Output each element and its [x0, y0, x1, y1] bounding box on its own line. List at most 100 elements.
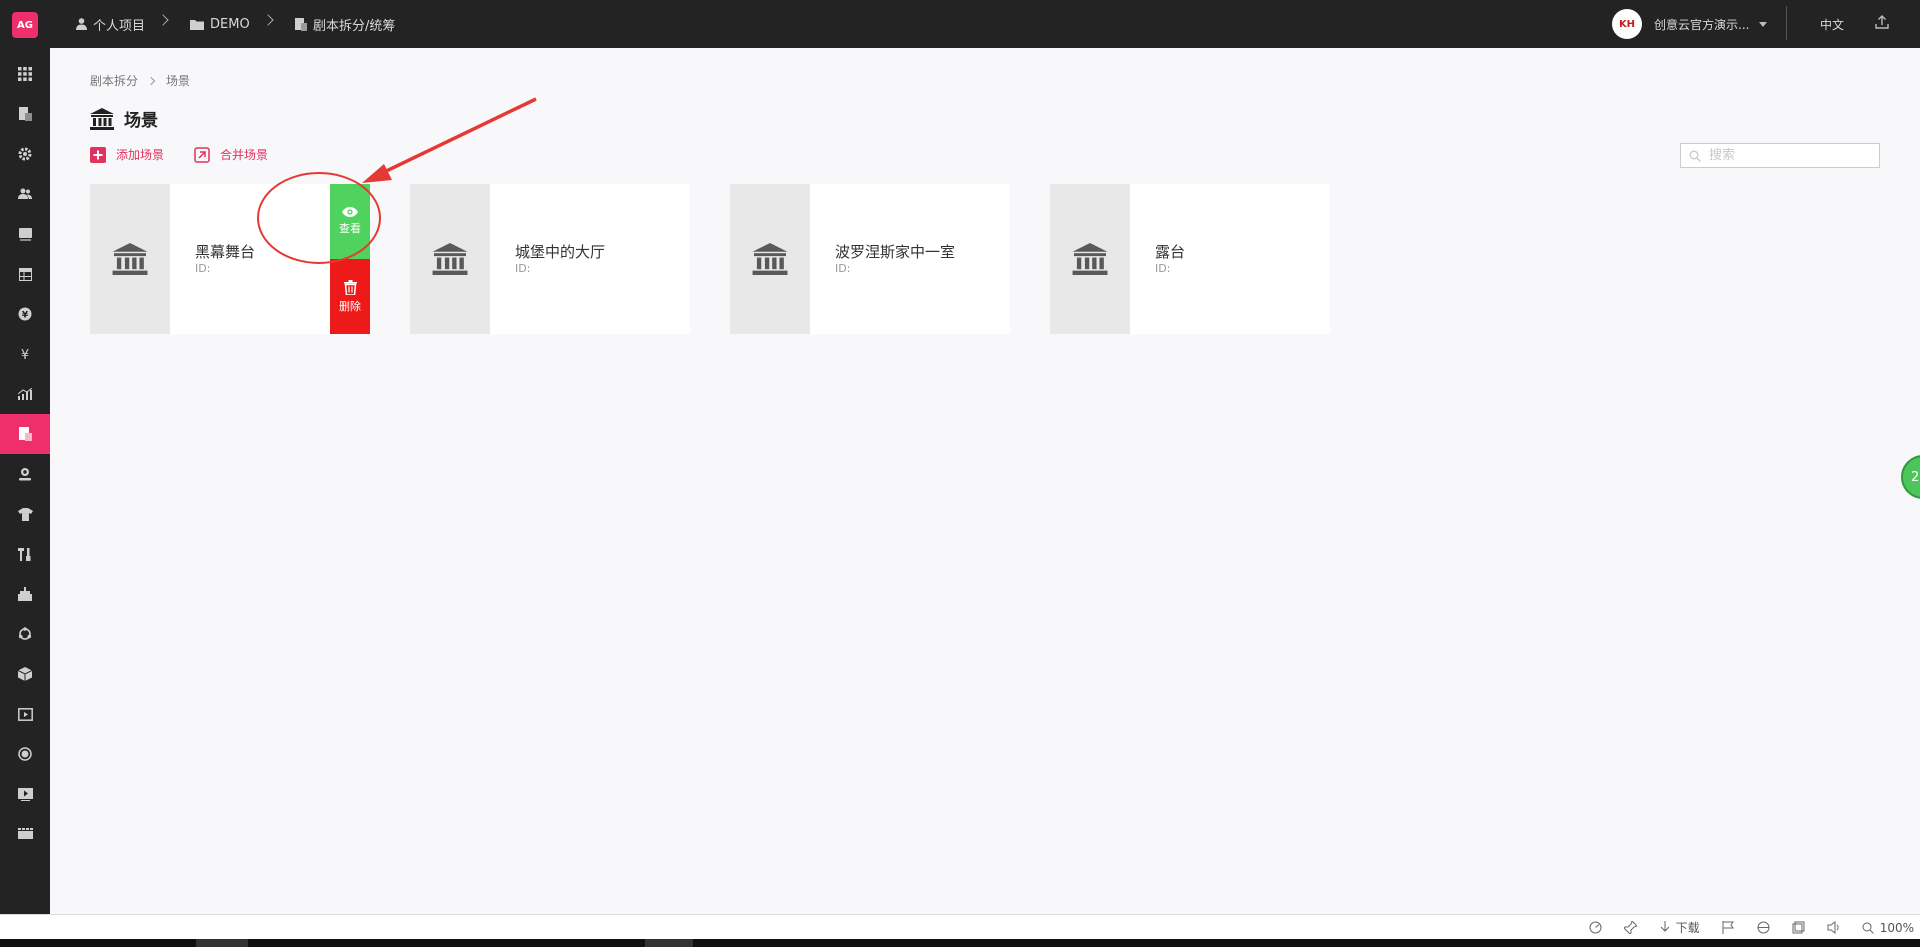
divider: [1786, 6, 1787, 40]
film-icon: [17, 827, 33, 839]
add-scene-button[interactable]: 添加场景: [90, 146, 164, 163]
sidebar-item-media[interactable]: [0, 694, 50, 734]
zoom-control[interactable]: 100%: [1862, 921, 1914, 935]
breadcrumb-personal-project[interactable]: 个人项目: [76, 0, 145, 48]
sidebar-item-people[interactable]: [0, 174, 50, 214]
scene-name: 城堡中的大厅: [515, 243, 606, 261]
card-actions: 查看 删除: [330, 184, 370, 334]
user-name: 创意云官方演示...: [1654, 17, 1750, 32]
scene-id: ID:: [195, 262, 211, 275]
scene-card[interactable]: 黑幕舞台 ID: 查看 删除: [90, 184, 370, 334]
sidebar-item-props[interactable]: [0, 534, 50, 574]
breadcrumb-demo[interactable]: DEMO: [190, 0, 250, 48]
sidebar-item-apps[interactable]: [0, 54, 50, 94]
sidebar-item-stats[interactable]: [0, 374, 50, 414]
scene-card[interactable]: 城堡中的大厅 ID:: [410, 184, 690, 334]
sidebar-item-review[interactable]: [0, 734, 50, 774]
status-item[interactable]: [1722, 921, 1735, 934]
sidebar: ¥ ¥: [0, 48, 50, 914]
trash-icon: [343, 279, 357, 295]
scene-icon: [18, 427, 32, 441]
props-icon: [18, 547, 31, 561]
floating-helper-badge[interactable]: 22: [1901, 455, 1920, 499]
sidebar-item-scenes[interactable]: [0, 414, 50, 454]
delete-button[interactable]: 删除: [330, 259, 370, 334]
search-box[interactable]: [1680, 143, 1880, 168]
sidebar-item-workflow[interactable]: [0, 614, 50, 654]
sidebar-item-film[interactable]: [0, 814, 50, 854]
status-item[interactable]: [1827, 921, 1840, 934]
scene-card[interactable]: 露台 ID:: [1050, 184, 1330, 334]
browser-status-bar: 下载 100%: [0, 914, 1920, 939]
download-label: 下载: [1675, 921, 1700, 935]
speed-icon: [1589, 921, 1602, 934]
chevron-right-icon: [146, 76, 156, 85]
folder-icon: [190, 19, 204, 30]
scene-name: 露台: [1155, 243, 1186, 261]
breadcrumb-item-script-breakdown[interactable]: 剧本拆分: [90, 72, 138, 89]
merge-scene-label: 合并场景: [220, 148, 269, 162]
language-switch[interactable]: 中文: [1820, 16, 1844, 33]
sidebar-item-script[interactable]: [0, 94, 50, 134]
status-item[interactable]: [1623, 921, 1637, 934]
building-icon: [432, 243, 468, 275]
sidebar-item-costumes[interactable]: [0, 494, 50, 534]
view-button[interactable]: 查看: [330, 184, 370, 259]
scene-id: ID:: [515, 262, 531, 275]
yen-circle-icon: ¥: [18, 307, 32, 321]
action-bar: 添加场景 合并场景: [90, 146, 298, 163]
sidebar-item-assets[interactable]: [0, 654, 50, 694]
cycle-icon: [18, 627, 32, 640]
chevron-right-icon: [157, 14, 169, 26]
sidebar-item-settings[interactable]: [0, 134, 50, 174]
add-scene-label: 添加场景: [116, 148, 165, 162]
user-icon: [76, 18, 87, 30]
scene-thumbnail: [1050, 184, 1130, 334]
svg-text:¥: ¥: [22, 311, 29, 321]
status-item[interactable]: [1792, 921, 1805, 934]
scene-thumbnail: [410, 184, 490, 334]
pin-icon: [1623, 921, 1637, 934]
sidebar-item-playback[interactable]: [0, 774, 50, 814]
upload-icon[interactable]: [1874, 14, 1890, 30]
download-button[interactable]: 下载: [1659, 919, 1700, 936]
target-icon: [18, 747, 32, 761]
zoom-icon: [1862, 922, 1874, 934]
search-input[interactable]: [1709, 148, 1869, 163]
app-logo[interactable]: AG: [12, 12, 38, 38]
avatar: KH: [1612, 9, 1642, 39]
chart-icon: [18, 388, 32, 400]
status-item[interactable]: [1589, 921, 1602, 934]
cake-icon: [18, 587, 32, 601]
link-icon: [194, 146, 210, 163]
box-icon: [18, 667, 32, 681]
status-item[interactable]: [1757, 921, 1770, 934]
sidebar-item-budget[interactable]: ¥: [0, 294, 50, 334]
breadcrumb: 剧本拆分 场景: [90, 72, 190, 89]
zoom-level: 100%: [1879, 920, 1914, 935]
script-icon: [295, 17, 307, 31]
sidebar-item-book[interactable]: [0, 214, 50, 254]
building-icon: [1072, 243, 1108, 275]
sidebar-item-cost[interactable]: ¥: [0, 334, 50, 374]
merge-scene-button[interactable]: 合并场景: [194, 146, 268, 163]
sidebar-item-table[interactable]: [0, 254, 50, 294]
book-icon: [18, 227, 32, 241]
top-bar: AG 个人项目 DEMO 剧本拆分/统筹 KH 创意云官方演示... 中文: [0, 0, 1920, 48]
delete-button-label: 删除: [339, 299, 361, 313]
download-icon: [1660, 921, 1670, 932]
breadcrumb-script-breakdown[interactable]: 剧本拆分/统筹: [295, 0, 395, 48]
taskbar-item[interactable]: [645, 939, 693, 947]
user-menu[interactable]: KH 创意云官方演示...: [1612, 8, 1768, 40]
os-taskbar: [0, 939, 1920, 947]
caret-down-icon: [1759, 21, 1768, 27]
yen-icon: ¥: [21, 348, 29, 361]
sidebar-item-locations[interactable]: [0, 454, 50, 494]
search-icon: [1689, 150, 1701, 162]
grid-icon: [18, 67, 32, 81]
scene-card[interactable]: 波罗涅斯家中一室 ID:: [730, 184, 1010, 334]
sidebar-item-makeup[interactable]: [0, 574, 50, 614]
taskbar-item[interactable]: [196, 939, 248, 947]
scene-name: 黑幕舞台: [195, 243, 256, 261]
building-icon: [112, 243, 148, 275]
